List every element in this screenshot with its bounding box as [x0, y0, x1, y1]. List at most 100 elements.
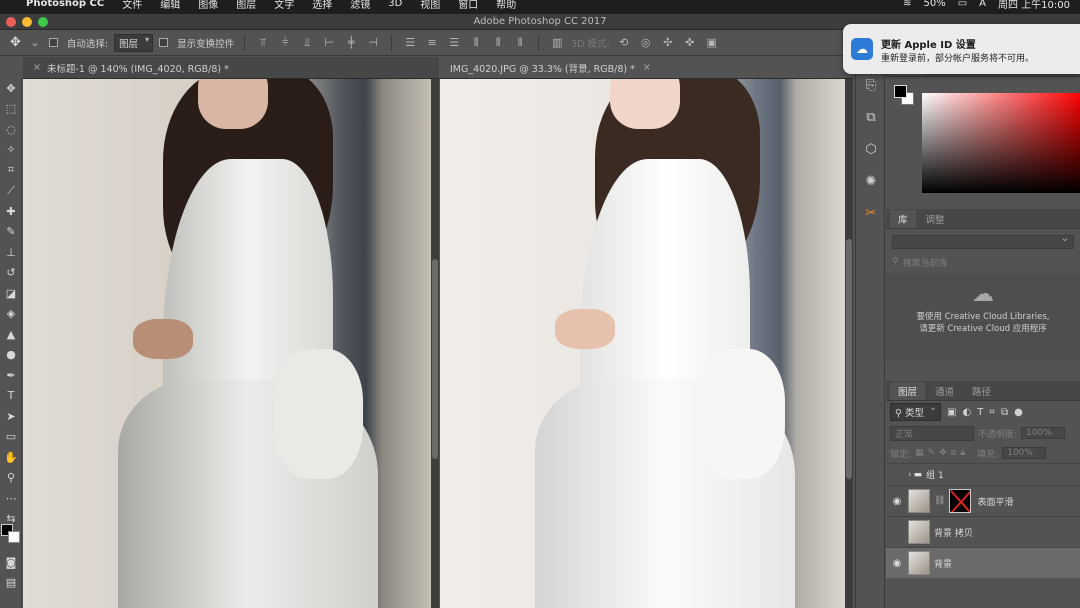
vertical-scrollbar[interactable]: [431, 79, 439, 608]
blend-mode-dropdown[interactable]: 正常: [890, 425, 974, 441]
close-tab-icon[interactable]: ×: [643, 62, 651, 73]
tab-adjustments[interactable]: 调整: [918, 210, 953, 228]
lock-image-icon[interactable]: ✎: [928, 448, 936, 458]
filter-type-icon[interactable]: T: [977, 407, 983, 418]
clone-stamp-tool-icon[interactable]: ⊥: [0, 242, 22, 263]
fill-field[interactable]: 100%: [1002, 447, 1046, 459]
healing-brush-tool-icon[interactable]: ✚: [0, 201, 22, 222]
close-tab-icon[interactable]: ×: [33, 62, 41, 73]
align-top-icon[interactable]: ⫪: [255, 36, 271, 50]
move-tool-icon[interactable]: ✥: [0, 78, 22, 99]
link-icon[interactable]: ⛓: [934, 496, 945, 506]
align-hcenter-icon[interactable]: ╪: [343, 36, 359, 49]
canvas-1[interactable]: [23, 79, 439, 608]
menu-edit[interactable]: 编辑: [160, 0, 180, 11]
filter-shape-icon[interactable]: ⌗: [989, 407, 995, 418]
eye-icon[interactable]: ◉: [886, 496, 908, 507]
distribute-vcenter-icon[interactable]: ≡: [424, 36, 440, 49]
magic-wand-tool-icon[interactable]: ✧: [0, 140, 22, 161]
eraser-tool-icon[interactable]: ◪: [0, 283, 22, 304]
dodge-tool-icon[interactable]: ●: [0, 345, 22, 366]
path-selection-tool-icon[interactable]: ➤: [0, 406, 22, 427]
menu-image[interactable]: 图像: [198, 0, 218, 11]
filter-kind-dropdown[interactable]: ⚲ 类型: [890, 402, 941, 421]
menu-app[interactable]: Photoshop CC: [26, 0, 104, 9]
filter-toggle-icon[interactable]: ●: [1014, 407, 1023, 418]
auto-select-checkbox[interactable]: [48, 37, 61, 48]
roll-3d-icon[interactable]: ◎: [638, 36, 654, 49]
distribute-top-icon[interactable]: ☰: [402, 36, 418, 49]
layer-row-copy[interactable]: ◉ 背景 拷贝: [886, 516, 1080, 547]
color-picker-field[interactable]: [922, 93, 1080, 193]
drag-3d-icon[interactable]: ✣: [660, 36, 676, 49]
properties-panel-icon[interactable]: ⧉: [856, 101, 886, 133]
lasso-tool-icon[interactable]: ◌: [0, 119, 22, 140]
document-tab-1[interactable]: × 未标题-1 @ 140% (IMG_4020, RGB/8) *: [23, 57, 439, 79]
filter-pixel-icon[interactable]: ▣: [947, 407, 956, 418]
lock-artboard-icon[interactable]: ⧈: [951, 448, 957, 458]
camera-3d-icon[interactable]: ▣: [704, 36, 720, 49]
battery-percent[interactable]: 50%: [923, 0, 945, 9]
layer-mask-thumbnail[interactable]: [949, 489, 972, 513]
orbit-3d-icon[interactable]: ⟲: [616, 36, 632, 49]
input-method[interactable]: A: [979, 0, 986, 9]
wifi-icon[interactable]: ≋: [903, 0, 911, 9]
rectangle-tool-icon[interactable]: ▭: [0, 427, 22, 448]
distribute-hcenter-icon[interactable]: ⦀: [490, 36, 506, 50]
eyedropper-tool-icon[interactable]: ⟋: [0, 181, 22, 202]
show-transform-checkbox[interactable]: [159, 37, 171, 48]
paint-bucket-tool-icon[interactable]: ◈: [0, 304, 22, 325]
filter-smart-object-icon[interactable]: ⧉: [1001, 407, 1008, 418]
menu-select[interactable]: 选择: [312, 0, 332, 11]
slide-3d-icon[interactable]: ✜: [682, 36, 698, 49]
quick-mask-icon[interactable]: ◙: [0, 552, 22, 573]
menu-layer[interactable]: 图层: [236, 0, 256, 11]
tool-presets-icon[interactable]: ✂: [856, 197, 886, 229]
menu-view[interactable]: 视图: [420, 0, 440, 11]
background-color-swatch[interactable]: [8, 531, 20, 543]
marquee-tool-icon[interactable]: ⬚: [0, 99, 22, 120]
lock-position-icon[interactable]: ✥: [939, 448, 947, 458]
auto-select-dropdown[interactable]: 图层: [114, 33, 154, 52]
visibility-toggle[interactable]: ●: [886, 469, 908, 480]
chevron-down-icon[interactable]: ⌄: [27, 36, 43, 49]
lock-all-icon[interactable]: 🔒︎: [960, 448, 965, 458]
document-tab-2[interactable]: IMG_4020.JPG @ 33.3% (背景, RGB/8) * ×: [440, 57, 853, 79]
hand-tool-icon[interactable]: ✋: [0, 447, 22, 468]
notification-banner[interactable]: ☁ 更新 Apple ID 设置 重新登录前，部分帐户服务将不可用。: [843, 24, 1080, 74]
menu-window[interactable]: 窗口: [458, 0, 478, 11]
eye-icon[interactable]: ◉: [886, 558, 908, 569]
layer-row-background[interactable]: ◉ 背景: [886, 547, 1080, 578]
visibility-toggle[interactable]: ◉: [886, 527, 908, 538]
brush-settings-icon[interactable]: ✺: [856, 165, 886, 197]
opacity-field[interactable]: 100%: [1021, 427, 1065, 439]
align-left-icon[interactable]: ⊢: [321, 36, 337, 49]
blur-tool-icon[interactable]: ▲: [0, 324, 22, 345]
crop-tool-icon[interactable]: ⌗: [0, 160, 22, 181]
layer-row-group[interactable]: ● › ▬ 组 1: [886, 463, 1080, 485]
zoom-tool-icon[interactable]: ⚲: [0, 468, 22, 489]
pen-tool-icon[interactable]: ✒: [0, 365, 22, 386]
auto-align-icon[interactable]: ▥: [549, 36, 565, 49]
distribute-right-icon[interactable]: ⦀: [512, 36, 528, 50]
menu-file[interactable]: 文件: [122, 0, 142, 11]
battery-icon[interactable]: ▭: [958, 0, 967, 9]
menu-type[interactable]: 文字: [274, 0, 294, 11]
tab-libraries[interactable]: 库: [890, 210, 916, 228]
align-right-icon[interactable]: ⊣: [365, 36, 381, 49]
library-dropdown[interactable]: [892, 233, 1074, 249]
brush-tool-icon[interactable]: ✎: [0, 222, 22, 243]
menu-filter[interactable]: 滤镜: [350, 0, 370, 11]
align-bottom-icon[interactable]: ⫫: [299, 36, 315, 50]
menu-3d[interactable]: 3D: [388, 0, 402, 9]
history-brush-tool-icon[interactable]: ↺: [0, 263, 22, 284]
panel-foreground-swatch[interactable]: [894, 85, 907, 98]
expand-arrow-icon[interactable]: ›: [908, 470, 912, 480]
menu-help[interactable]: 帮助: [496, 0, 516, 11]
distribute-bottom-icon[interactable]: ☰: [446, 36, 462, 49]
library-search[interactable]: ⚲ 搜索当前库: [892, 255, 1074, 269]
vertical-scrollbar[interactable]: [845, 79, 853, 608]
3d-panel-icon[interactable]: ⬡: [856, 133, 886, 165]
move-tool-icon[interactable]: ✥: [10, 35, 21, 50]
align-vcenter-icon[interactable]: ⫩: [277, 36, 293, 50]
